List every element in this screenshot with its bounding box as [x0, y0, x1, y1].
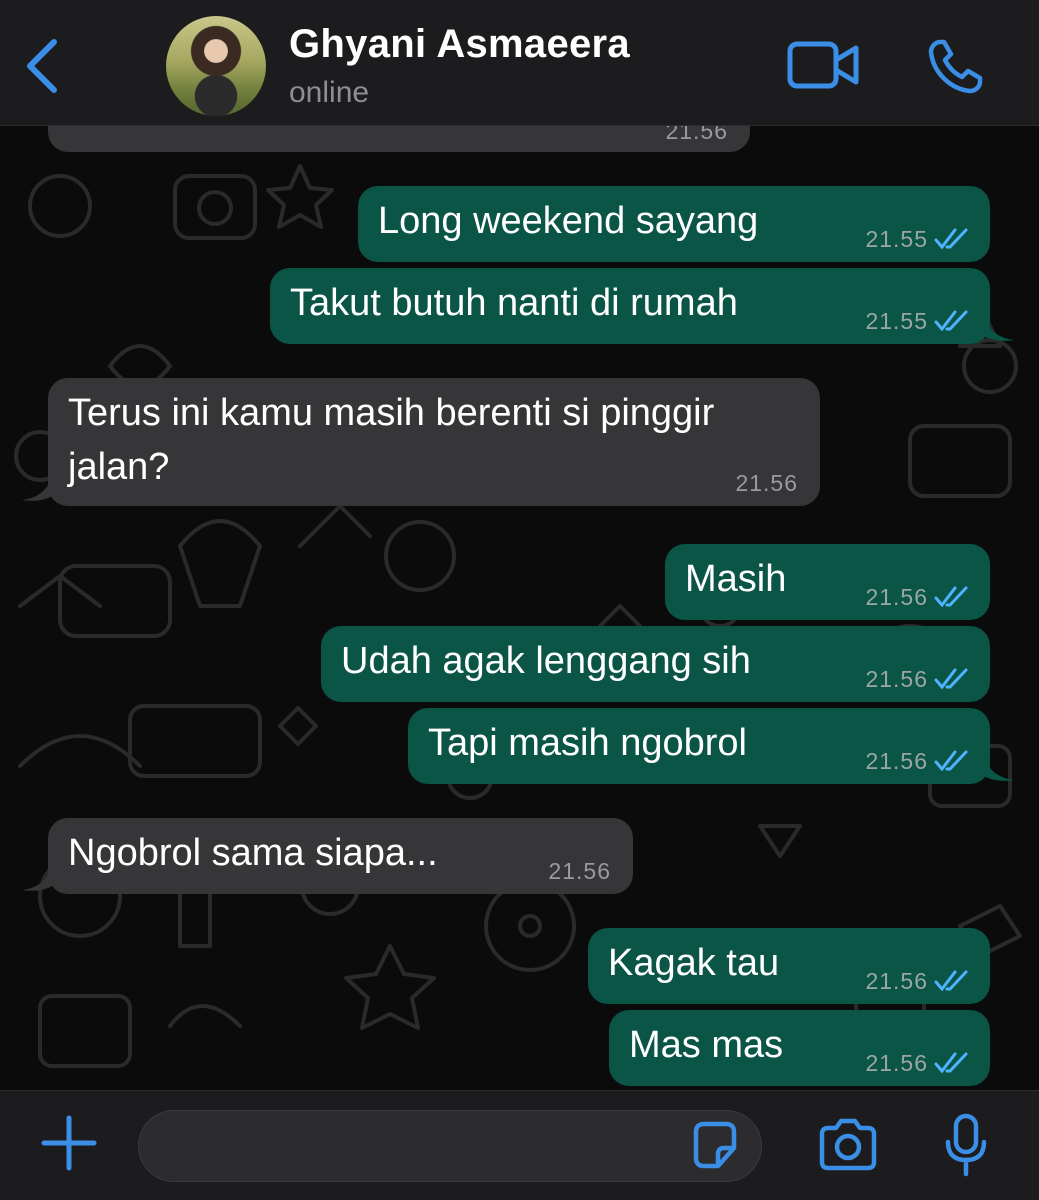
message-time: 21.56	[865, 1050, 928, 1076]
message-outgoing[interactable]: Mas mas 21.56	[609, 1010, 990, 1086]
message-time: 21.56	[865, 666, 928, 692]
message-time: 21.56	[865, 968, 928, 994]
chevron-left-icon[interactable]	[20, 36, 64, 96]
contact-avatar[interactable]	[166, 16, 266, 116]
message-time: 21.56	[665, 126, 728, 144]
message-time: 21.56	[548, 858, 611, 884]
message-incoming[interactable]: Ngobrol sama siapa... 21.56	[48, 818, 633, 894]
message-incoming[interactable]: Terus ini kamu masih berenti si pinggir …	[48, 378, 820, 506]
message-text: Ngobrol sama siapa...	[68, 832, 438, 874]
double-check-icon	[934, 228, 968, 250]
double-check-icon	[934, 750, 968, 772]
partial-incoming-message[interactable]: 21.56	[48, 126, 750, 152]
microphone-icon[interactable]	[944, 1112, 988, 1178]
message-outgoing[interactable]: Long weekend sayang 21.55	[358, 186, 990, 262]
message-time: 21.55	[865, 308, 928, 334]
message-input[interactable]	[138, 1110, 762, 1182]
bubble-tail	[22, 476, 52, 501]
message-time: 21.56	[865, 584, 928, 610]
contact-name[interactable]: Ghyani Asmaeera	[289, 22, 630, 67]
bubble-tail	[984, 316, 1014, 341]
contact-status: online	[289, 76, 370, 109]
double-check-icon	[934, 970, 968, 992]
double-check-icon	[934, 1052, 968, 1074]
message-outgoing[interactable]: Tapi masih ngobrol 21.56	[408, 708, 990, 784]
chat-header: Ghyani Asmaeera online	[0, 0, 1039, 126]
bubble-tail	[984, 756, 1014, 781]
video-camera-icon[interactable]	[786, 38, 860, 92]
message-outgoing[interactable]: Udah agak lenggang sih 21.56	[321, 626, 990, 702]
message-time: 21.55	[865, 226, 928, 252]
message-outgoing[interactable]: Kagak tau 21.56	[588, 928, 990, 1004]
camera-icon[interactable]	[816, 1118, 880, 1172]
phone-icon[interactable]	[926, 36, 986, 96]
message-text: Terus ini kamu masih berenti si pinggir …	[68, 392, 715, 488]
chat-area[interactable]: 21.56 Long weekend sayang 21.55 Takut bu…	[0, 126, 1039, 1090]
message-outgoing[interactable]: Masih 21.56	[665, 544, 990, 620]
message-time: 21.56	[735, 470, 798, 496]
message-time: 21.56	[865, 748, 928, 774]
double-check-icon	[934, 668, 968, 690]
bubble-tail	[22, 866, 52, 891]
double-check-icon	[934, 310, 968, 332]
double-check-icon	[934, 586, 968, 608]
plus-icon[interactable]	[40, 1114, 98, 1172]
message-outgoing[interactable]: Takut butuh nanti di rumah 21.55	[270, 268, 990, 344]
sticker-icon[interactable]	[688, 1118, 742, 1172]
